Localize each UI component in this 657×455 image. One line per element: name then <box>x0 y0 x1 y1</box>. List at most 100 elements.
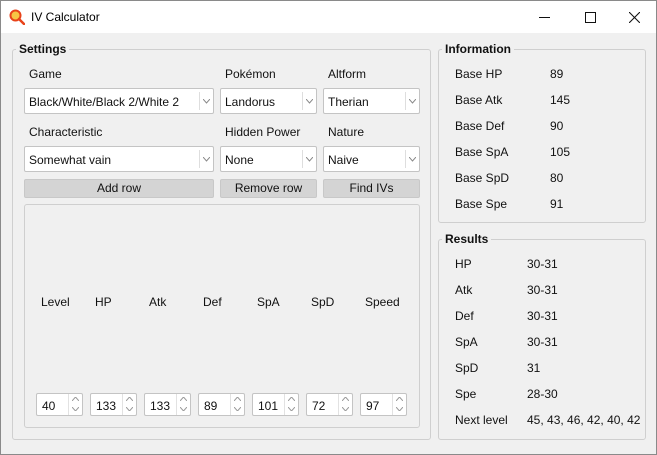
result-label-hp: HP <box>455 257 472 271</box>
chevron-down-icon[interactable] <box>231 404 244 414</box>
chevron-up-icon[interactable] <box>285 394 298 404</box>
chevron-down-icon[interactable] <box>123 404 136 414</box>
minimize-button[interactable] <box>521 1 567 33</box>
title-bar: IV Calculator <box>1 1 656 33</box>
chevron-down-icon[interactable] <box>339 404 352 414</box>
column-header-spd: SpD <box>311 295 335 309</box>
level-spinbox[interactable]: 40 <box>36 393 83 416</box>
chevron-up-icon[interactable] <box>123 394 136 404</box>
pokemon-select-value: Landorus <box>225 95 276 109</box>
info-label-base-hp: Base HP <box>455 67 503 81</box>
result-label-spd: SpD <box>455 361 479 375</box>
result-label-atk: Atk <box>455 283 473 297</box>
iv-calculator-window: IV Calculator Settings Game Pokémon Altf… <box>0 0 657 455</box>
game-select[interactable]: Black/White/Black 2/White 2 <box>24 88 214 114</box>
result-value-spe: 28-30 <box>527 387 558 401</box>
nature-label: Nature <box>328 125 365 139</box>
result-label-next-level: Next level <box>455 413 508 427</box>
game-select-value: Black/White/Black 2/White 2 <box>29 95 180 109</box>
info-value-base-spa: 105 <box>550 145 571 159</box>
chevron-down-icon[interactable] <box>285 404 298 414</box>
def-spinbox[interactable]: 89 <box>198 393 245 416</box>
result-label-spe: Spe <box>455 387 477 401</box>
pokemon-select[interactable]: Landorus <box>220 88 317 114</box>
info-value-base-def: 90 <box>550 119 564 133</box>
results-legend: Results <box>445 232 489 246</box>
characteristic-select[interactable]: Somewhat vain <box>24 146 214 172</box>
column-header-level: Level <box>41 295 70 309</box>
pokemon-label: Pokémon <box>225 67 276 81</box>
column-header-hp: HP <box>95 295 112 309</box>
chevron-up-icon[interactable] <box>69 394 82 404</box>
nature-select-value: Naive <box>328 153 359 167</box>
spa-value: 101 <box>258 399 279 413</box>
column-header-spa: SpA <box>257 295 280 309</box>
info-label-base-def: Base Def <box>455 119 505 133</box>
nature-select[interactable]: Naive <box>323 146 420 172</box>
chevron-down-icon <box>405 150 419 168</box>
altform-select-value: Therian <box>328 95 369 109</box>
chevron-down-icon <box>302 150 316 168</box>
magnifier-icon <box>9 9 26 26</box>
atk-spinbox[interactable]: 133 <box>144 393 191 416</box>
chevron-up-icon[interactable] <box>177 394 190 404</box>
chevron-up-icon[interactable] <box>231 394 244 404</box>
info-label-base-spe: Base Spe <box>455 197 508 211</box>
speed-spinbox[interactable]: 97 <box>360 393 407 416</box>
altform-select[interactable]: Therian <box>323 88 420 114</box>
chevron-down-icon <box>302 92 316 110</box>
chevron-down-icon <box>199 92 213 110</box>
settings-legend: Settings <box>19 42 67 56</box>
spd-value: 72 <box>312 399 326 413</box>
chevron-up-icon[interactable] <box>339 394 352 404</box>
result-value-def: 30-31 <box>527 309 558 323</box>
spd-spinbox[interactable]: 72 <box>306 393 353 416</box>
game-label: Game <box>29 67 62 81</box>
info-value-base-hp: 89 <box>550 67 564 81</box>
info-value-base-spd: 80 <box>550 171 564 185</box>
minimize-icon <box>538 16 550 18</box>
find-ivs-button[interactable]: Find IVs <box>323 179 420 198</box>
def-value: 89 <box>204 399 218 413</box>
chevron-down-icon <box>405 92 419 110</box>
info-label-base-spa: Base SpA <box>455 145 509 159</box>
hidden-power-label: Hidden Power <box>225 125 301 139</box>
characteristic-select-value: Somewhat vain <box>29 153 112 167</box>
spa-spinbox[interactable]: 101 <box>252 393 299 416</box>
close-button[interactable] <box>611 1 657 33</box>
chevron-down-icon <box>199 150 213 168</box>
add-row-button[interactable]: Add row <box>24 179 214 198</box>
chevron-down-icon[interactable] <box>69 404 82 414</box>
level-value: 40 <box>42 399 56 413</box>
hidden-power-select[interactable]: None <box>220 146 317 172</box>
speed-value: 97 <box>366 399 380 413</box>
column-header-def: Def <box>203 295 222 309</box>
maximize-icon <box>584 11 596 23</box>
chevron-down-icon[interactable] <box>177 404 190 414</box>
result-label-def: Def <box>455 309 474 323</box>
information-legend: Information <box>445 42 511 56</box>
info-label-base-atk: Base Atk <box>455 93 503 107</box>
maximize-button[interactable] <box>567 1 613 33</box>
result-value-next-level: 45, 43, 46, 42, 40, 42 <box>527 413 641 427</box>
result-value-spa: 30-31 <box>527 335 558 349</box>
info-value-base-atk: 145 <box>550 93 571 107</box>
altform-label: Altform <box>328 67 367 81</box>
remove-row-button[interactable]: Remove row <box>220 179 317 198</box>
result-value-spd: 31 <box>527 361 541 375</box>
window-title: IV Calculator <box>31 10 100 24</box>
hp-spinbox[interactable]: 133 <box>90 393 137 416</box>
result-value-hp: 30-31 <box>527 257 558 271</box>
result-label-spa: SpA <box>455 335 478 349</box>
chevron-down-icon[interactable] <box>393 404 406 414</box>
column-header-atk: Atk <box>149 295 167 309</box>
result-value-atk: 30-31 <box>527 283 558 297</box>
hidden-power-select-value: None <box>225 153 254 167</box>
column-header-speed: Speed <box>365 295 400 309</box>
hp-value: 133 <box>96 399 117 413</box>
chevron-up-icon[interactable] <box>393 394 406 404</box>
atk-value: 133 <box>150 399 171 413</box>
info-label-base-spd: Base SpD <box>455 171 510 185</box>
characteristic-label: Characteristic <box>29 125 103 139</box>
info-value-base-spe: 91 <box>550 197 564 211</box>
